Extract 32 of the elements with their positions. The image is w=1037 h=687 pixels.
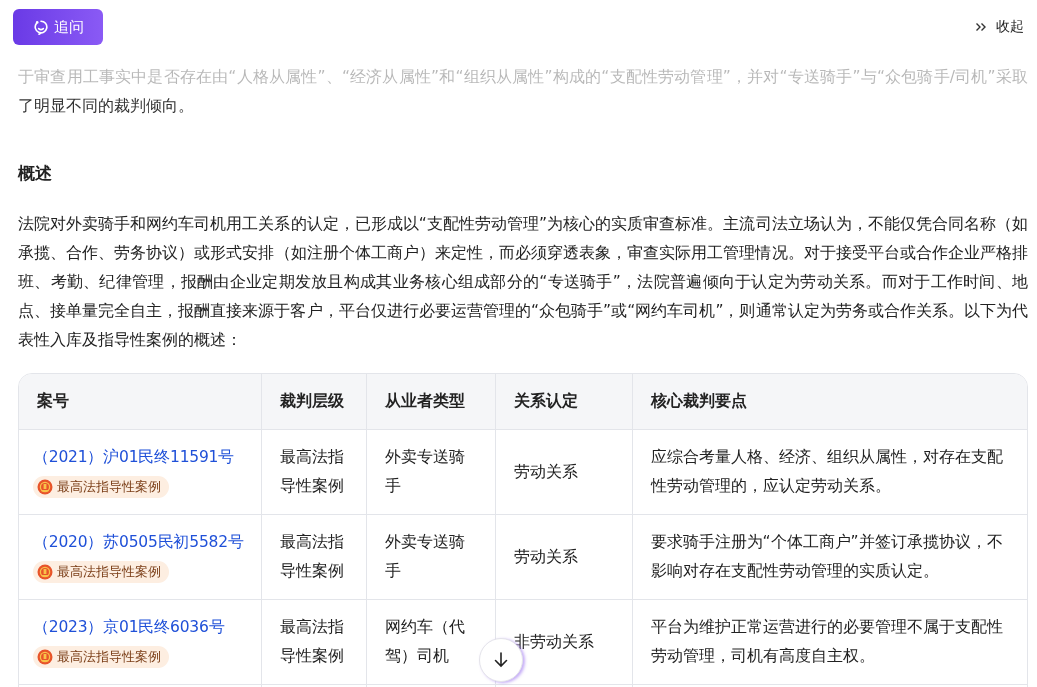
table-cell: 应综合考量人格、经济、组织从属性，对存在支配性劳动管理的，应认定劳动关系。 (632, 429, 1027, 515)
double-chevron-icon (975, 22, 987, 32)
column-header: 核心裁判要点 (632, 374, 1027, 430)
chat-refresh-icon (32, 19, 49, 35)
table-cell: 最高法指导性案例 (261, 429, 366, 515)
case-number-link[interactable]: （2021）沪01民终11591号 (33, 443, 235, 472)
emblem-icon (37, 648, 53, 665)
column-header: 裁判层级 (261, 374, 366, 430)
follow-up-button[interactable]: 追问 (13, 9, 103, 45)
collapse-button[interactable]: 收起 (975, 18, 1028, 36)
section-heading: 概述 (18, 162, 53, 185)
table-cell: 外卖专送骑手 (366, 429, 495, 515)
column-header: 案号 (19, 374, 261, 430)
down-arrow-icon (494, 652, 508, 668)
column-header: 关系认定 (495, 374, 632, 430)
intro-paragraph: 于审查用工事实中是否存在由“人格从属性”、“经济从属性”和“组织从属性”构成的“支配性劳动管理”，并对“专送骑手”与“众包骑手/司机”采取了明显不同的裁判倾向。 (18, 67, 1028, 117)
emblem-icon (37, 478, 53, 495)
table-cell: 平台为维护正常运营进行的必要管理不属于支配性劳动管理，司机有高度自主权。 (632, 599, 1027, 685)
table-cell: 劳动关系 (495, 514, 632, 600)
table-cell: 最高法指导性案例 (261, 599, 366, 685)
case-number-link[interactable]: （2023）京01民终6036号 (33, 613, 225, 642)
summary-paragraph: 法院对外卖骑手和网约车司机用工关系的认定，已形成以“支配性劳动管理”为核心的实质审查标准。主流司法立场认为，不能仅凭合同名称（如承揽、合作、劳务协议）或形式安排（如注册个体工商户）来定性，而必须穿透表象，审查实际用工管理情况。对于接受平台或合作企业严格排班、考勤、纪律管理，报酬由企业定期发放且构成其业务核心组成部分的“专送骑手”，法院普遍倾向于认定为劳动关系。而对于工作时间、地点、接单量完全自主，报酬直接来源于客户，平台仅进行必要运营管理的“众包骑手”或“网约车司机”，则通常认定为劳务或合作关系。以下为代表性入库及指导性案例的概述： (18, 214, 1028, 351)
table-cell: 最高法指导性案例 (261, 514, 366, 600)
table-cell: 劳动关系 (495, 429, 632, 515)
table-cell: 要求骑手注册为“个体工商户”并签订承揽协议，不影响对存在支配性劳动管理的实质认定。 (632, 514, 1027, 600)
guiding-case-badge: 最高法指导性案例 (33, 475, 169, 498)
guiding-case-badge: 最高法指导性案例 (33, 560, 169, 583)
table-cell: 外卖专送骑手 (366, 514, 495, 600)
guiding-case-badge: 最高法指导性案例 (33, 645, 169, 668)
column-header: 从业者类型 (366, 374, 495, 430)
emblem-icon (37, 563, 53, 580)
case-number-link[interactable]: （2020）苏0505民初5582号 (33, 528, 244, 557)
